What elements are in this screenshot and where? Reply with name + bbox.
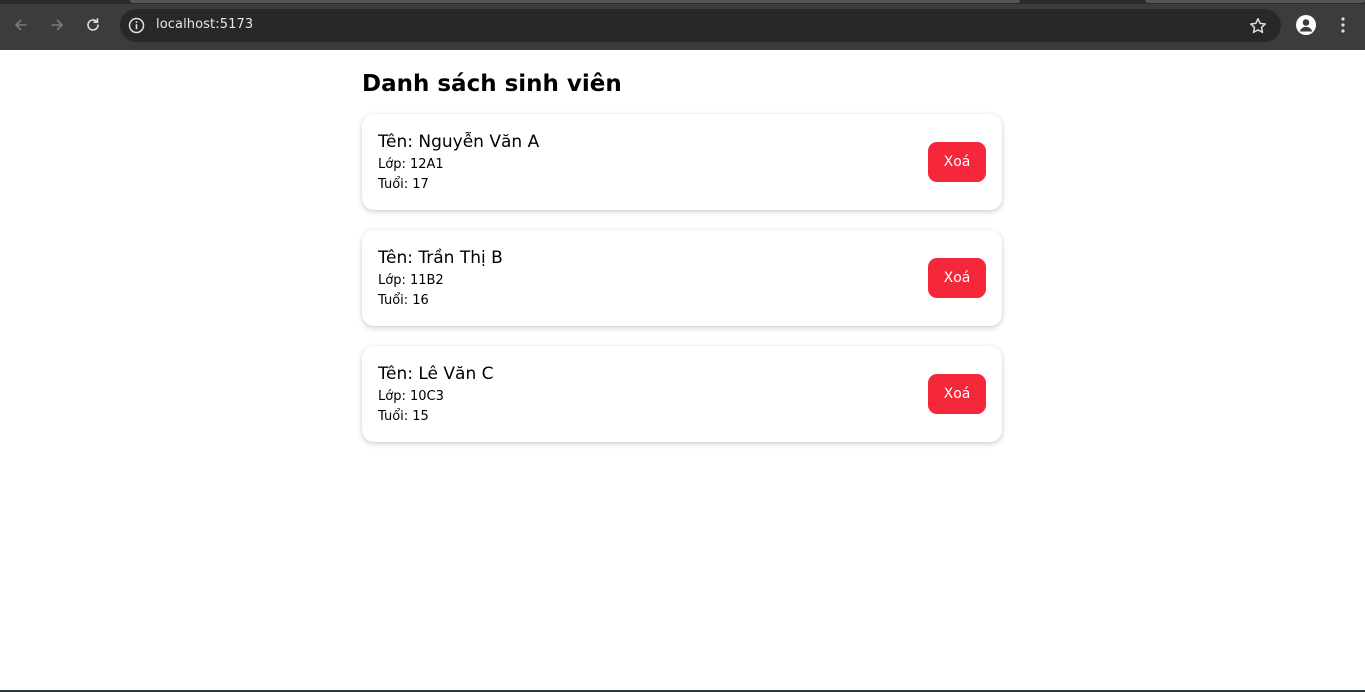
page-title: Danh sách sinh viên	[362, 71, 622, 97]
site-info-icon[interactable]	[128, 17, 145, 34]
back-button[interactable]	[9, 13, 33, 37]
student-card: Tên: Nguyễn Văn A Lớp: 12A1 Tuổi: 17 Xoá	[362, 114, 1002, 210]
student-name: Tên: Lê Văn C	[378, 364, 494, 384]
delete-button[interactable]: Xoá	[928, 258, 986, 298]
delete-button[interactable]: Xoá	[928, 374, 986, 414]
student-card: Tên: Lê Văn C Lớp: 10C3 Tuổi: 15 Xoá	[362, 346, 1002, 442]
page-content: Danh sách sinh viên Tên: Nguyễn Văn A Lớ…	[0, 50, 1365, 692]
arrow-left-icon	[15, 19, 27, 31]
student-list-container: Danh sách sinh viên Tên: Nguyễn Văn A Lớ…	[362, 50, 1002, 462]
person-icon	[1299, 19, 1313, 32]
inactive-tab-edge[interactable]	[1145, 0, 1365, 3]
student-age: Tuổi: 17	[378, 177, 429, 192]
profile-avatar-button[interactable]	[1296, 15, 1316, 35]
browser-menu-button[interactable]	[1336, 15, 1350, 35]
student-name: Tên: Nguyễn Văn A	[378, 132, 540, 152]
address-bar[interactable]: localhost:5173	[120, 9, 1281, 42]
url-text[interactable]: localhost:5173	[156, 17, 253, 32]
student-class: Lớp: 11B2	[378, 273, 444, 288]
student-card: Tên: Trần Thị B Lớp: 11B2 Tuổi: 16 Xoá	[362, 230, 1002, 326]
reload-button[interactable]	[81, 13, 105, 37]
kebab-menu-icon	[1341, 17, 1345, 33]
forward-button[interactable]	[45, 13, 69, 37]
student-class: Lớp: 12A1	[378, 157, 444, 172]
student-list: Tên: Nguyễn Văn A Lớp: 12A1 Tuổi: 17 Xoá…	[362, 114, 1002, 442]
delete-button[interactable]: Xoá	[928, 142, 986, 182]
student-class: Lớp: 10C3	[378, 389, 444, 404]
arrow-right-icon	[51, 19, 63, 31]
active-tab-edge[interactable]	[130, 0, 1020, 3]
student-name: Tên: Trần Thị B	[378, 248, 503, 268]
bookmark-star-icon[interactable]	[1249, 17, 1267, 35]
browser-toolbar: localhost:5173	[0, 0, 1365, 50]
student-age: Tuổi: 16	[378, 293, 429, 308]
student-age: Tuổi: 15	[378, 409, 429, 424]
reload-icon	[87, 18, 99, 31]
